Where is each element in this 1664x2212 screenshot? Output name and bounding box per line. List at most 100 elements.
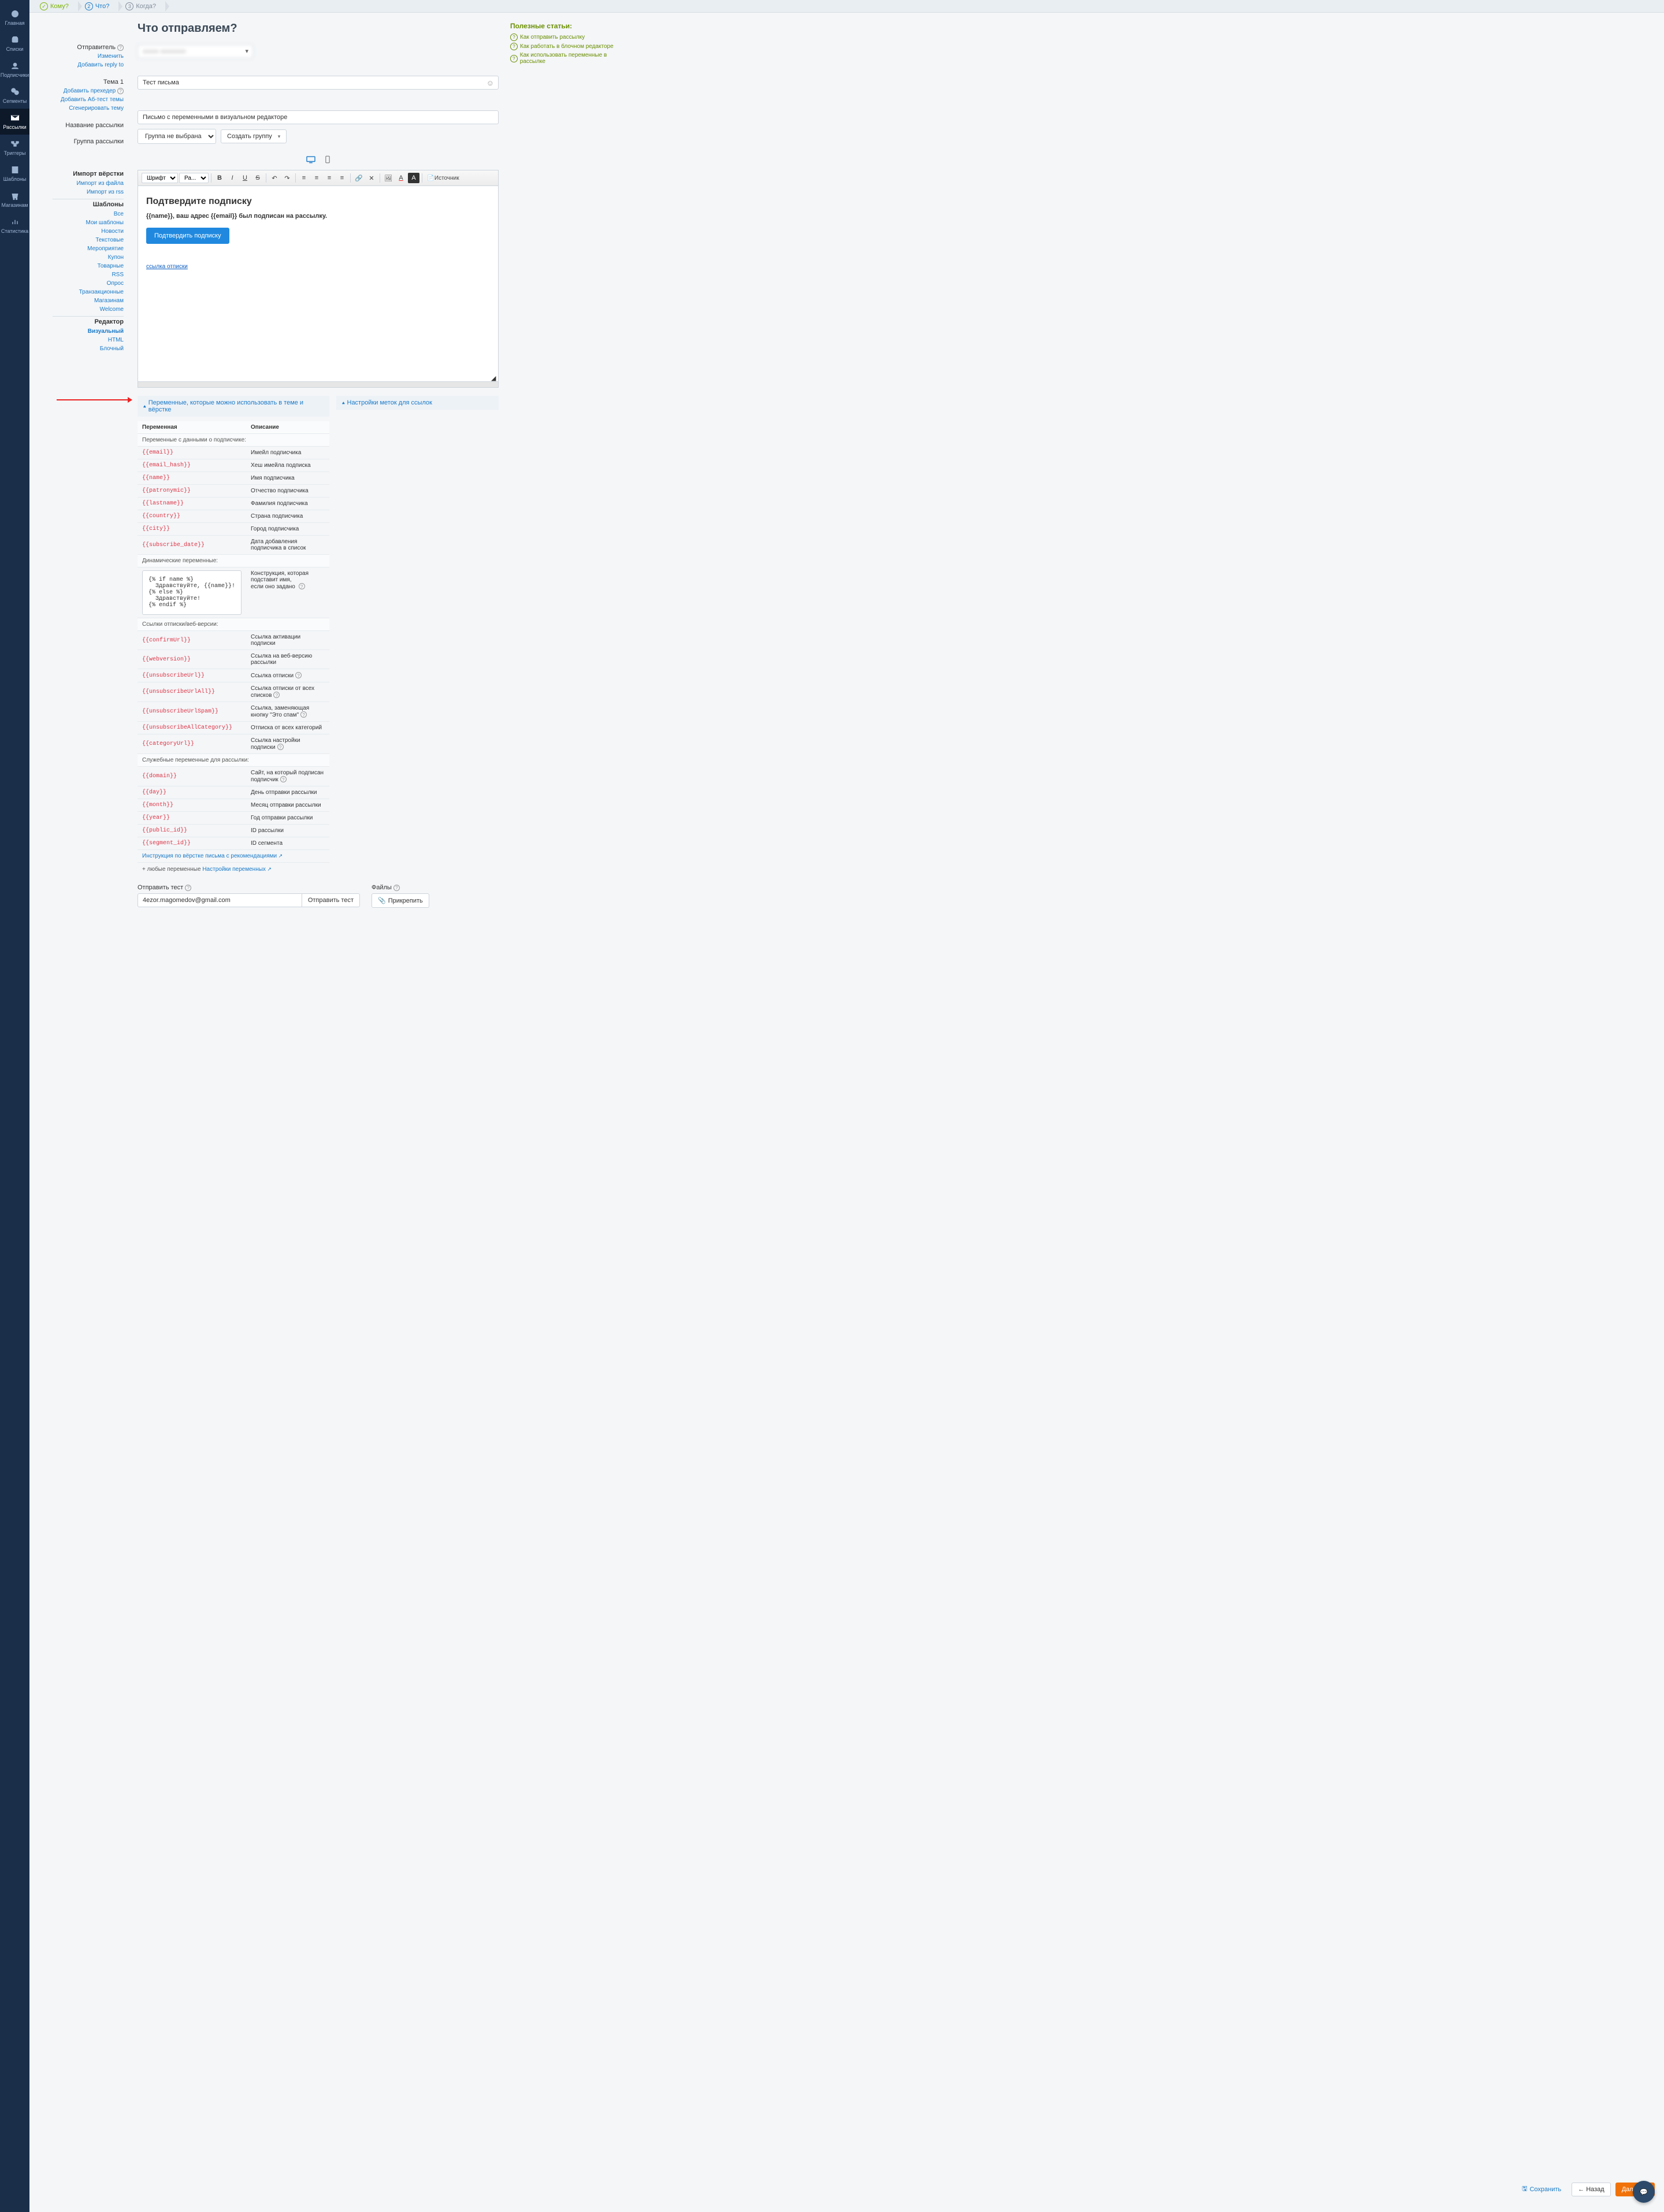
tpl-welcome[interactable]: Welcome	[29, 305, 124, 314]
tpl-product[interactable]: Товарные	[29, 262, 124, 270]
tpl-coupon[interactable]: Купон	[29, 253, 124, 262]
wizard-steps: Кому? 2Что? 3Когда?	[29, 0, 1664, 13]
attach-file-button[interactable]: 📎Прикрепить	[372, 893, 429, 908]
table-row: {{day}}День отправки рассылки	[138, 786, 329, 799]
nav-segments[interactable]: Сегменты	[0, 83, 29, 109]
var-settings-link[interactable]: Настройки переменных	[202, 866, 272, 873]
align-right-icon[interactable]: ≡	[324, 173, 335, 183]
link-icon[interactable]: 🔗	[353, 173, 365, 183]
tpl-poll[interactable]: Опрос	[29, 279, 124, 288]
nav-subscribers[interactable]: Подписчики	[0, 57, 29, 83]
help-icon[interactable]: ?	[295, 672, 302, 678]
article-link-3[interactable]: Как использовать переменные в рассылке	[510, 52, 632, 65]
add-reply-to-link[interactable]: Добавить reply to	[29, 61, 124, 69]
font-select[interactable]: Шрифт	[142, 173, 178, 183]
import-file-link[interactable]: Импорт из файла	[29, 179, 124, 188]
article-link-1[interactable]: Как отправить рассылку	[510, 34, 632, 41]
tpl-news[interactable]: Новости	[29, 227, 124, 236]
bold-icon[interactable]: B	[214, 173, 225, 183]
table-row: {{confirmUrl}}Ссылка активации подписки	[138, 631, 329, 650]
table-row: {{email_hash}}Хеш имейла подписка	[138, 459, 329, 472]
step-when[interactable]: 3Когда?	[121, 2, 165, 10]
table-row: {{public_id}}ID рассылки	[138, 825, 329, 837]
main-sidebar: Главная Списки Подписчики Сегменты Рассы…	[0, 0, 29, 2212]
editor-html[interactable]: HTML	[29, 336, 124, 344]
underline-icon[interactable]: U	[239, 173, 251, 183]
table-row: {{categoryUrl}}Ссылка настройки подписки…	[138, 734, 329, 754]
edit-sender-link[interactable]: Изменить	[29, 52, 124, 61]
save-link[interactable]: 🖫Сохранить	[1516, 2180, 1567, 2198]
shops-icon	[9, 191, 21, 201]
help-icon[interactable]: ?	[117, 88, 124, 94]
tpl-shops[interactable]: Магазинам	[29, 296, 124, 305]
source-button[interactable]: 📄 Источник	[437, 173, 449, 183]
send-test-button[interactable]: Отправить тест	[302, 893, 360, 907]
help-icon[interactable]: ?	[393, 885, 400, 891]
help-icon[interactable]: ?	[117, 44, 124, 51]
chat-icon: 💬	[1640, 2188, 1648, 2196]
unsubscribe-link[interactable]: ссылка отписки	[146, 263, 188, 270]
nav-stats[interactable]: Статистика	[0, 213, 29, 239]
help-icon[interactable]: ?	[277, 744, 284, 750]
editor-text: {{name}}, ваш адрес {{email}} был подпис…	[146, 213, 490, 220]
tpl-my[interactable]: Мои шаблоны	[29, 218, 124, 227]
bgcolor-icon[interactable]: A	[408, 173, 419, 183]
nav-campaigns[interactable]: Рассылки	[0, 109, 29, 135]
nav-lists[interactable]: Списки	[0, 31, 29, 57]
size-select[interactable]: Ра...	[179, 173, 209, 183]
image-icon[interactable]: 🖼	[382, 173, 394, 183]
align-justify-icon[interactable]: ≡	[336, 173, 348, 183]
italic-icon[interactable]: I	[226, 173, 238, 183]
subject-input[interactable]	[138, 76, 499, 90]
sender-select[interactable]	[138, 44, 253, 58]
variables-accordion[interactable]: Переменные, которые можно использовать в…	[138, 396, 329, 417]
nav-shops[interactable]: Магазинам	[0, 187, 29, 213]
nav-templates[interactable]: Шаблоны	[0, 161, 29, 187]
undo-icon[interactable]: ↶	[269, 173, 280, 183]
table-row: {{webversion}}Ссылка на веб-версию рассы…	[138, 650, 329, 669]
article-link-2[interactable]: Как работать в блочном редакторе	[510, 43, 632, 50]
emoji-picker-icon[interactable]: ☺	[486, 79, 494, 87]
test-email-input[interactable]	[138, 893, 302, 907]
editor-canvas[interactable]: Подтвердите подписку {{name}}, ваш адрес…	[138, 185, 499, 382]
campaign-name-input[interactable]	[138, 110, 499, 124]
help-icon[interactable]: ?	[280, 776, 287, 782]
color-icon[interactable]: A	[395, 173, 407, 183]
help-icon[interactable]: ?	[299, 583, 305, 589]
editor-visual[interactable]: Визуальный	[29, 327, 124, 336]
add-preheader-link[interactable]: Добавить прехедер ?	[29, 87, 124, 95]
create-group-button[interactable]: Создать группу	[221, 129, 287, 143]
help-icon[interactable]: ?	[273, 692, 280, 698]
group-select[interactable]: Группа не выбрана	[138, 129, 216, 144]
resize-handle-icon[interactable]: ◢	[491, 374, 498, 381]
align-center-icon[interactable]: ≡	[311, 173, 322, 183]
editor-block[interactable]: Блочный	[29, 344, 124, 353]
nav-triggers[interactable]: Триггеры	[0, 135, 29, 161]
mobile-view-icon[interactable]	[325, 155, 330, 165]
strike-icon[interactable]: S	[252, 173, 263, 183]
help-icon[interactable]: ?	[185, 885, 191, 891]
redo-icon[interactable]: ↷	[281, 173, 293, 183]
confirm-button[interactable]: Подтвердить подписку	[146, 228, 229, 244]
back-button[interactable]: ← Назад	[1572, 2183, 1611, 2196]
generate-subject-link[interactable]: Сгенерировать тему	[29, 104, 124, 113]
link-labels-accordion[interactable]: Настройки меток для ссылок	[336, 396, 499, 410]
tpl-event[interactable]: Мероприятие	[29, 244, 124, 253]
reco-doc-link[interactable]: Инструкция по вёрстке письма с рекоменда…	[142, 853, 283, 859]
tpl-all[interactable]: Все	[29, 210, 124, 218]
align-left-icon[interactable]: ≡	[298, 173, 310, 183]
nav-home[interactable]: Главная	[0, 5, 29, 31]
chat-fab[interactable]: 💬	[1633, 2181, 1655, 2203]
add-ab-link[interactable]: Добавить Аб-тест темы	[29, 95, 124, 104]
editor-scrollbar[interactable]	[138, 382, 499, 388]
import-rss-link[interactable]: Импорт из rss	[29, 188, 124, 196]
step-what[interactable]: 2Что?	[80, 2, 118, 10]
desktop-view-icon[interactable]	[306, 155, 316, 165]
unlink-icon[interactable]: ✕	[366, 173, 377, 183]
tpl-trans[interactable]: Транзакционные	[29, 288, 124, 296]
step-who[interactable]: Кому?	[35, 2, 78, 10]
help-icon[interactable]: ?	[300, 711, 307, 718]
table-row: {{unsubscribeAllCategory}}Отписка от все…	[138, 722, 329, 734]
tpl-text[interactable]: Текстовые	[29, 236, 124, 244]
tpl-rss[interactable]: RSS	[29, 270, 124, 279]
